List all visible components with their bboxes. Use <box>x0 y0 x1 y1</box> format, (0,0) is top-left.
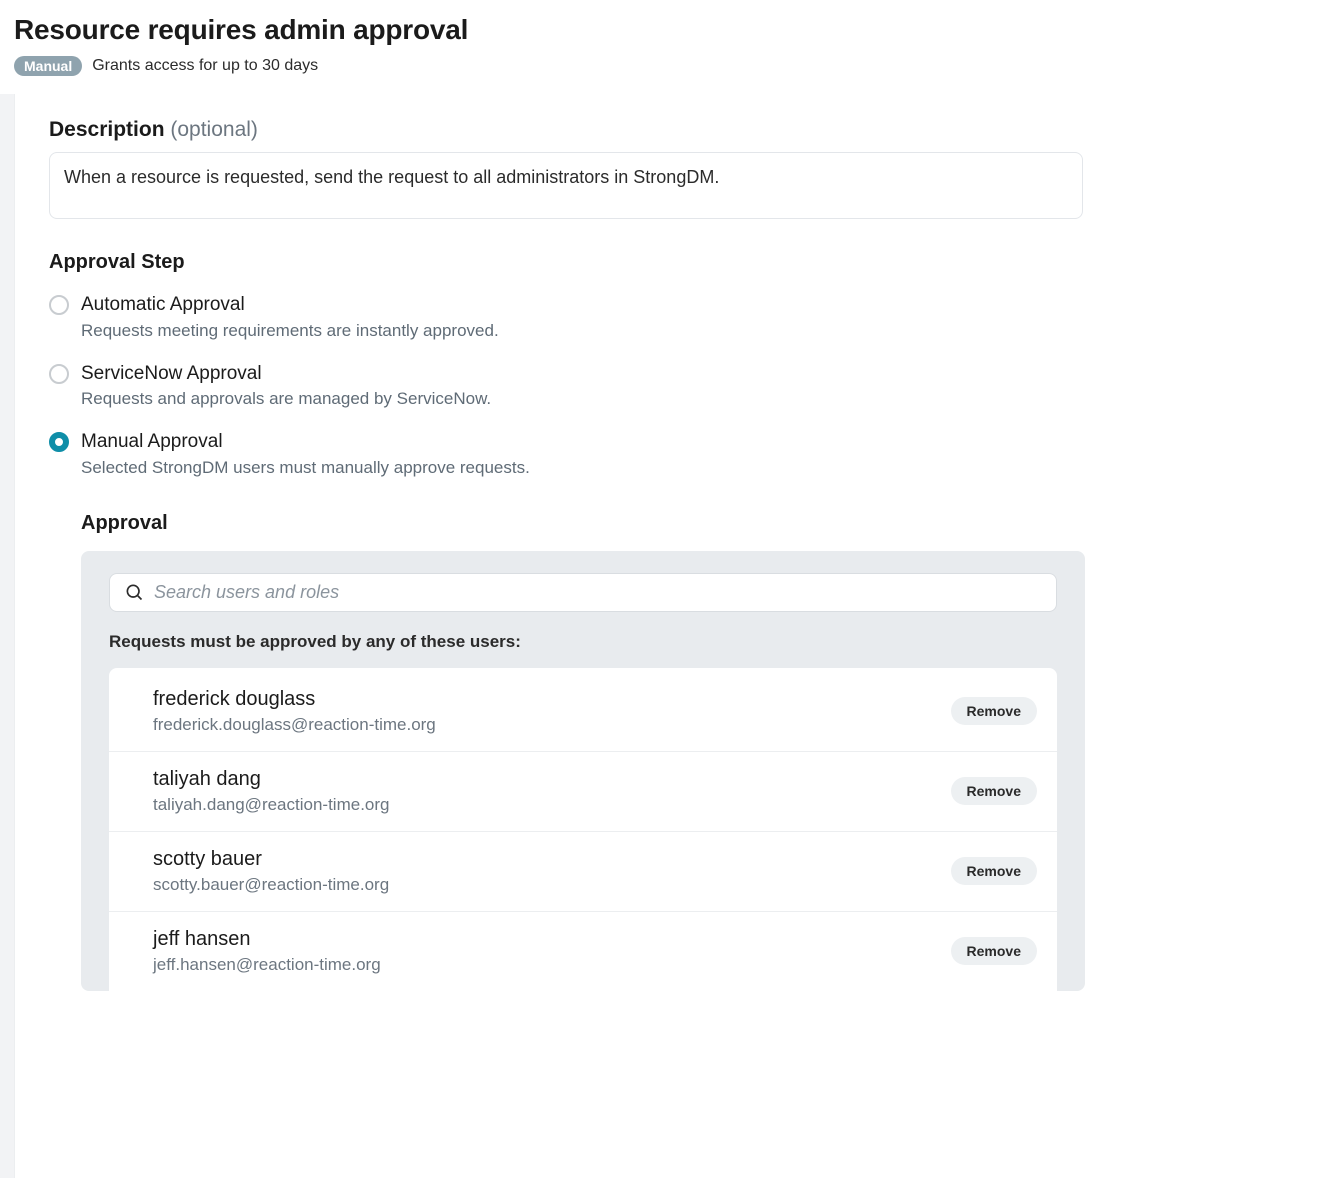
user-name: scotty bauer <box>153 848 389 871</box>
radio-desc: Selected StrongDM users must manually ap… <box>81 458 530 478</box>
radio-desc: Requests and approvals are managed by Se… <box>81 389 491 409</box>
user-row: scotty bauer scotty.bauer@reaction-time.o… <box>109 832 1057 912</box>
radio-title: ServiceNow Approval <box>81 361 491 388</box>
radio-desc: Requests meeting requirements are instan… <box>81 321 499 341</box>
approval-option-1[interactable]: ServiceNow ApprovalRequests and approval… <box>49 361 1284 410</box>
grants-text: Grants access for up to 30 days <box>92 57 318 75</box>
approval-option-0[interactable]: Automatic ApprovalRequests meeting requi… <box>49 292 1284 341</box>
type-badge: Manual <box>14 56 82 76</box>
user-email: frederick.douglass@reaction-time.org <box>153 715 436 735</box>
page-title: Resource requires admin approval <box>14 14 1304 46</box>
remove-button[interactable]: Remove <box>951 857 1037 885</box>
user-email: taliyah.dang@reaction-time.org <box>153 795 390 815</box>
description-input[interactable]: When a resource is requested, send the r… <box>49 152 1083 219</box>
user-name: frederick douglass <box>153 688 436 711</box>
radio-icon[interactable] <box>49 295 69 315</box>
user-name: jeff hansen <box>153 928 381 951</box>
approval-step-heading: Approval Step <box>49 251 1284 274</box>
remove-button[interactable]: Remove <box>951 777 1037 805</box>
description-label: Description (optional) <box>49 118 1284 142</box>
user-email: scotty.bauer@reaction-time.org <box>153 875 389 895</box>
remove-button[interactable]: Remove <box>951 937 1037 965</box>
remove-button[interactable]: Remove <box>951 697 1037 725</box>
approval-list-label: Requests must be approved by any of thes… <box>109 632 1057 652</box>
user-row: frederick douglass frederick.douglass@rea… <box>109 672 1057 752</box>
search-input[interactable] <box>154 582 1042 603</box>
user-row: jeff hansen jeff.hansen@reaction-time.org… <box>109 912 1057 991</box>
radio-icon[interactable] <box>49 432 69 452</box>
approval-heading: Approval <box>81 512 1284 535</box>
search-wrapper[interactable] <box>109 573 1057 612</box>
radio-title: Automatic Approval <box>81 292 499 319</box>
user-name: taliyah dang <box>153 768 390 791</box>
approval-option-2[interactable]: Manual ApprovalSelected StrongDM users m… <box>49 429 1284 478</box>
search-icon <box>124 582 144 602</box>
radio-icon[interactable] <box>49 364 69 384</box>
radio-title: Manual Approval <box>81 429 530 456</box>
user-row: taliyah dang taliyah.dang@reaction-time.o… <box>109 752 1057 832</box>
approval-panel: Requests must be approved by any of thes… <box>81 551 1085 991</box>
user-email: jeff.hansen@reaction-time.org <box>153 955 381 975</box>
